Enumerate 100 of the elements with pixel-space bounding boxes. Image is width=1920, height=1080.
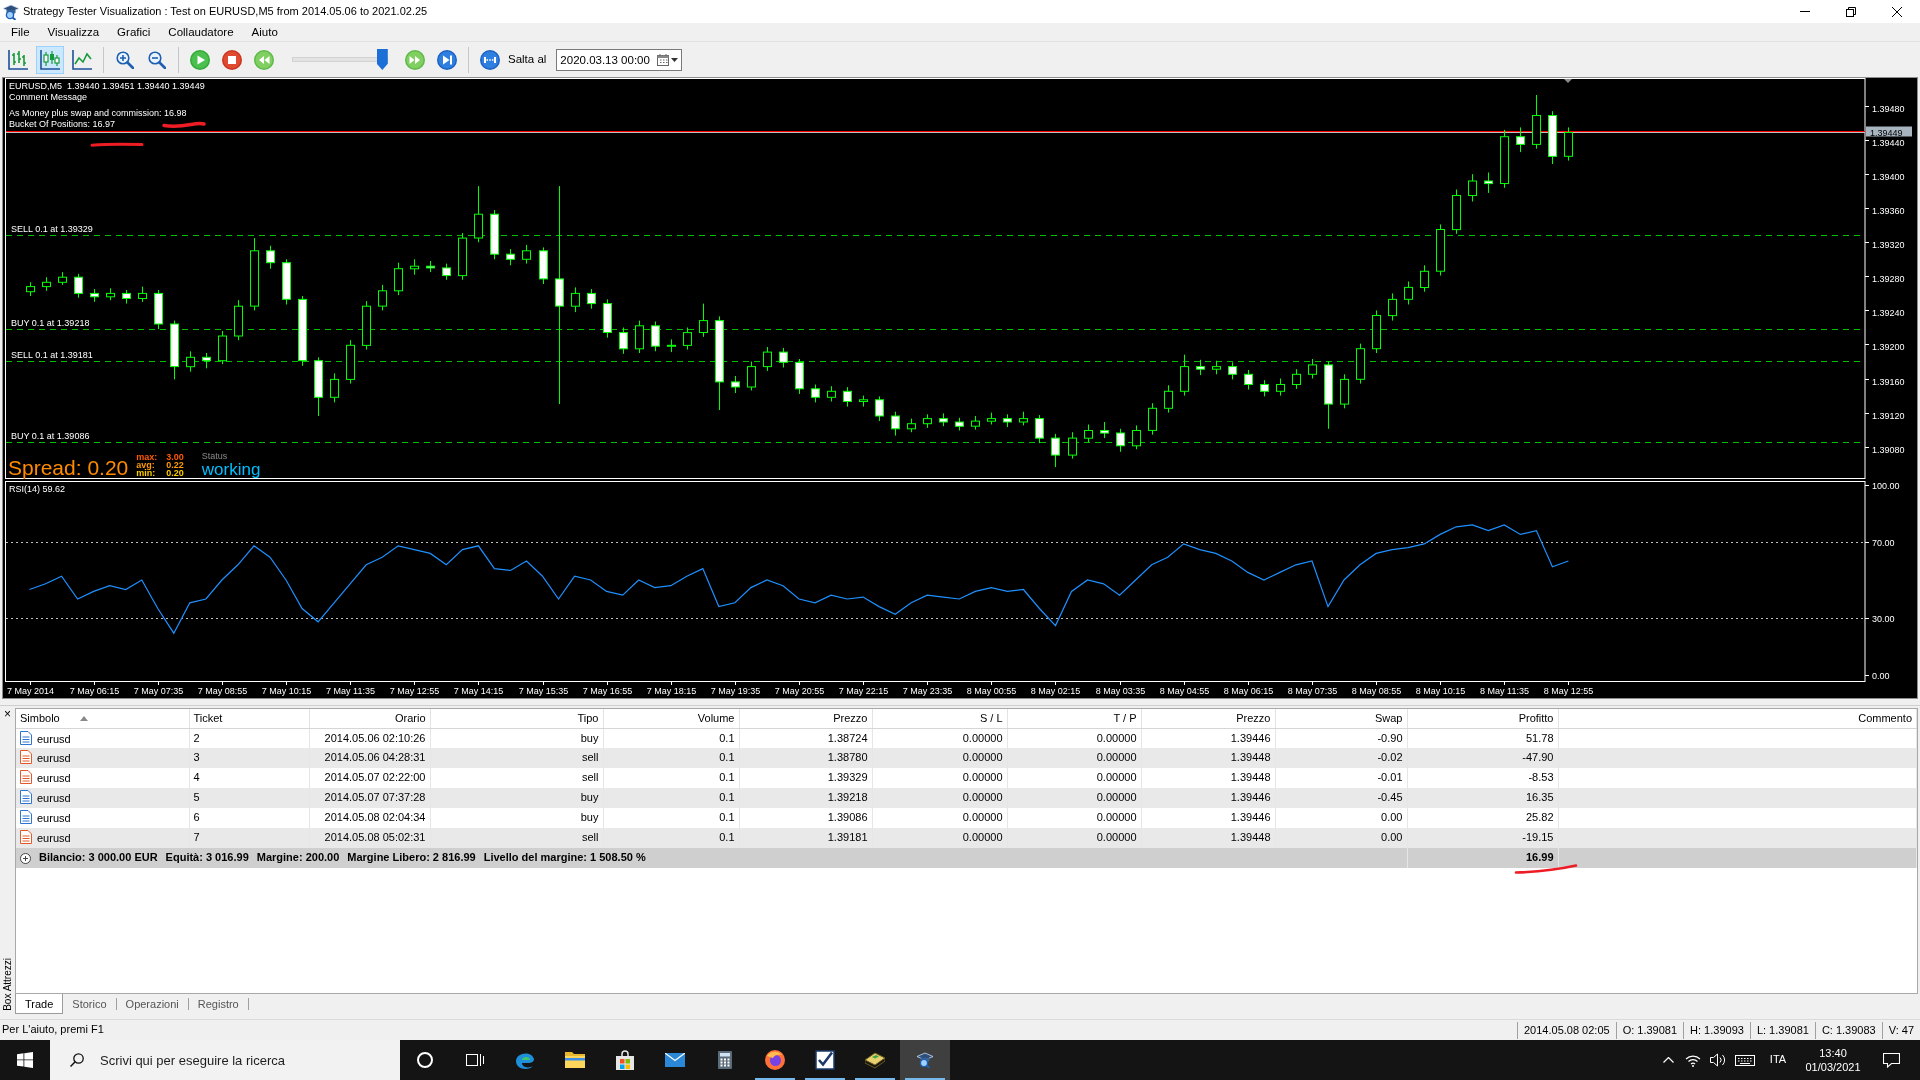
- candlestick: [1436, 223, 1445, 276]
- candlestick: [218, 330, 227, 365]
- table-cell: 1.38780: [739, 748, 872, 768]
- column-header[interactable]: Swap: [1275, 709, 1407, 728]
- zoom-out-icon: [148, 50, 166, 69]
- table-cell: -0.45: [1275, 788, 1407, 808]
- candlestick: [1564, 126, 1573, 162]
- axis-label: 1.39080: [1872, 444, 1905, 455]
- column-header[interactable]: Volume: [603, 709, 739, 728]
- status-text: Per L'aiuto, premi F1: [1, 1023, 104, 1037]
- candlestick-chart-button[interactable]: [36, 45, 64, 74]
- tab[interactable]: Registro: [188, 998, 249, 1010]
- candlestick: [1180, 354, 1189, 397]
- column-header[interactable]: Tipo: [430, 709, 603, 728]
- clock-button[interactable]: 13:40 01/03/2021: [1795, 1040, 1871, 1080]
- candlestick: [1548, 110, 1557, 165]
- menu-item[interactable]: Grafici: [108, 24, 160, 40]
- axis-label: 1.39400: [1872, 171, 1905, 182]
- table-cell: 3: [189, 748, 309, 768]
- column-header[interactable]: Ticket: [189, 709, 309, 728]
- menu-item[interactable]: File: [2, 24, 39, 40]
- column-header[interactable]: Prezzo: [739, 709, 872, 728]
- menu-item[interactable]: Aiuto: [242, 24, 287, 40]
- candlestick: [1420, 264, 1429, 293]
- candlestick: [1035, 414, 1044, 444]
- time-axis-label: 8 May 12:55: [1543, 686, 1594, 696]
- keyboard-icon: [1735, 1054, 1755, 1066]
- candlestick: [843, 386, 852, 408]
- candlestick: [811, 384, 820, 403]
- column-header[interactable]: Profitto: [1407, 709, 1558, 728]
- menu-item[interactable]: Collaudatore: [159, 24, 243, 40]
- task-view-icon: [466, 1053, 484, 1067]
- table-cell: 0.00000: [872, 788, 1007, 808]
- column-header[interactable]: S / L: [872, 709, 1007, 728]
- date-field[interactable]: 2020.03.13 00:00: [556, 48, 683, 71]
- table-cell: sell: [430, 748, 603, 768]
- candlestick: [1132, 424, 1141, 450]
- column-header[interactable]: Orario: [309, 709, 430, 728]
- candlestick: [859, 395, 868, 408]
- time-axis-label: 7 May 11:35: [326, 686, 375, 696]
- candlestick: [506, 248, 515, 266]
- slider-thumb[interactable]: [376, 49, 388, 70]
- candlestick: [1164, 384, 1173, 414]
- circle-icon: [417, 1052, 433, 1068]
- candlestick: [1244, 369, 1253, 391]
- book-icon: [865, 1051, 885, 1069]
- candlestick: [1468, 173, 1477, 202]
- table-cell: 0.00: [1275, 828, 1407, 848]
- column-header[interactable]: Prezzo: [1141, 709, 1275, 728]
- time-axis-label: 8 May 02:15: [1030, 686, 1081, 696]
- time-axis-label: 8 May 03:35: [1095, 686, 1146, 696]
- candlestick: [474, 185, 483, 243]
- notification-icon: [1882, 1052, 1900, 1068]
- account-summary-item: Margine: 200.00: [256, 851, 340, 865]
- status-field: L: 1.39081: [1749, 1021, 1815, 1039]
- candlestick: [1500, 129, 1509, 189]
- axis-label: 70.00: [1872, 537, 1895, 548]
- candlestick: [122, 289, 131, 305]
- candlestick: [90, 288, 99, 303]
- total-profit: 16.99: [1525, 851, 1554, 864]
- document-icon: [20, 790, 32, 805]
- candlestick: [1196, 359, 1205, 376]
- order-level-label: BUY 0.1 at 1.39218: [11, 317, 90, 328]
- table-cell: 1.39448: [1141, 828, 1275, 848]
- table-cell: 2014.05.06 04:28:31: [309, 748, 430, 768]
- candlestick: [378, 284, 387, 311]
- candlestick: [234, 299, 243, 341]
- column-header[interactable]: Simbolo: [16, 709, 189, 728]
- candlestick: [1452, 189, 1461, 235]
- column-header[interactable]: Commento: [1558, 709, 1917, 728]
- document-icon: [20, 830, 32, 845]
- table-cell: 0.00000: [872, 748, 1007, 768]
- time-axis-label: 8 May 00:55: [966, 686, 1017, 696]
- language-button[interactable]: ITA: [1761, 1040, 1795, 1080]
- time-axis-label: 7 May 08:55: [197, 686, 248, 696]
- axis-label: 1.39280: [1872, 273, 1905, 284]
- time-axis-label: 7 May 12:55: [389, 686, 440, 696]
- skip-to-end-icon: [437, 49, 457, 70]
- four-squares-icon: [17, 1052, 33, 1068]
- axis-label: 1.39480: [1872, 103, 1905, 114]
- tab[interactable]: Operazioni: [116, 998, 189, 1010]
- menu-item[interactable]: Visualizza: [38, 24, 109, 40]
- candlestick: [939, 412, 948, 427]
- table-cell: 0.1: [603, 788, 739, 808]
- candlestick: [1260, 379, 1269, 397]
- candlestick-icon: [40, 49, 60, 70]
- search-icon: [70, 1053, 84, 1067]
- time-axis-label: 7 May 15:35: [518, 686, 569, 696]
- close-button[interactable]: ×: [4, 708, 11, 720]
- chevron-up-icon: [1662, 1057, 1674, 1063]
- ref-line-label: 1.39449: [1870, 127, 1903, 138]
- search-field[interactable]: Scrivi qui per eseguire la ricerca: [50, 1040, 400, 1080]
- candlestick: [619, 327, 628, 355]
- tab[interactable]: Trade: [15, 994, 64, 1014]
- tab[interactable]: Storico: [63, 998, 117, 1010]
- column-header[interactable]: T / P: [1007, 709, 1141, 728]
- candlestick: [1228, 361, 1237, 380]
- time-axis-label: 7 May 18:15: [646, 686, 697, 696]
- account-summary-item: Bilancio: 3 000.00 EUR: [39, 851, 158, 865]
- candlestick: [42, 276, 51, 292]
